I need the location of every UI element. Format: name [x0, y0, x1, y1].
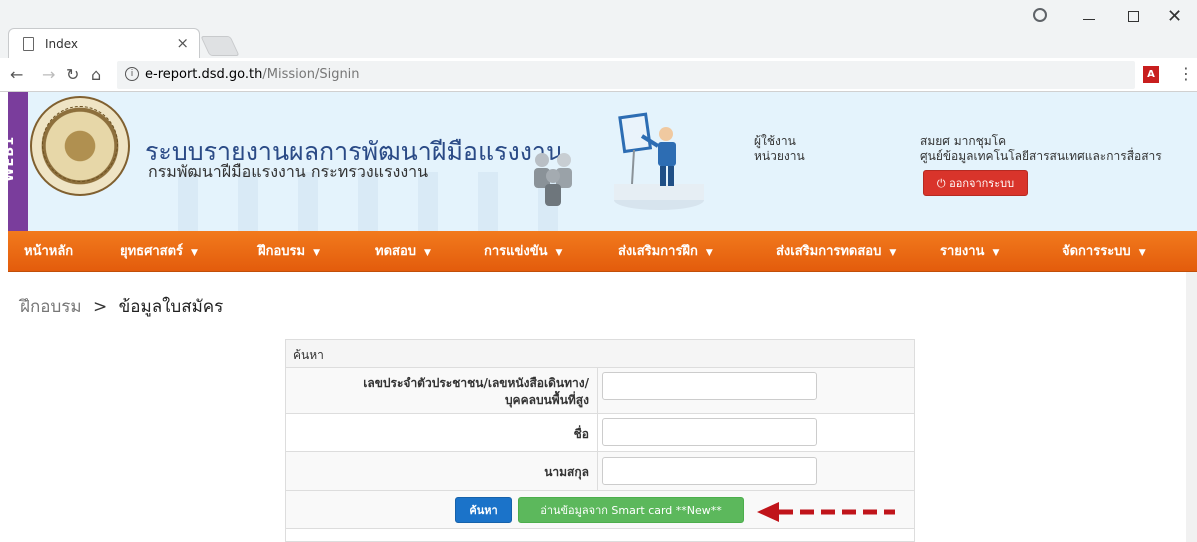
browser-tab[interactable]: Index ×	[8, 28, 200, 59]
caret-down-icon: ▼	[705, 248, 713, 258]
last-name-label: นามสกุล	[544, 465, 589, 479]
cell-divider	[597, 452, 598, 490]
url-input[interactable]: i e-report.dsd.go.th/Mission/Signin ☆	[117, 61, 1135, 89]
nav-item-testing[interactable]: ทดสอบ ▼	[375, 231, 431, 272]
unit-name: ศูนย์ข้อมูลเทคโนโลยีสารสนเทศและการสื่อสา…	[920, 149, 1162, 163]
breadcrumb: ฝึกอบรม > ข้อมูลใบสมัคร	[20, 293, 223, 320]
address-bar: ← → ↻ ⌂ i e-report.dsd.go.th/Mission/Sig…	[0, 58, 1197, 92]
logout-label: ออกจากระบบ	[949, 177, 1015, 190]
red-dashed-arrow-icon	[757, 502, 895, 522]
first-name-label: ชื่อ	[573, 427, 589, 441]
pdf-extension-icon[interactable]: A	[1143, 66, 1159, 83]
nav-item-competition[interactable]: การแข่งขัน ▼	[484, 231, 562, 272]
tab-close-icon[interactable]: ×	[176, 34, 189, 52]
page-icon	[23, 37, 34, 51]
nav-item-strategy[interactable]: ยุทธศาสตร์ ▼	[120, 231, 198, 272]
search-panel-heading: ค้นหา	[286, 340, 914, 368]
first-name-row: ชื่อ	[286, 414, 914, 452]
nav-item-training[interactable]: ฝึกอบรม ▼	[258, 231, 320, 272]
account-icon[interactable]	[1033, 8, 1047, 22]
browser-tab-bar: Index × ✕	[0, 0, 1197, 59]
window-close-icon[interactable]: ✕	[1167, 6, 1182, 27]
nav-label: จัดการระบบ	[1062, 244, 1131, 259]
maximize-icon[interactable]	[1128, 11, 1139, 22]
breadcrumb-parent[interactable]: ฝึกอบรม	[20, 297, 82, 317]
reload-icon[interactable]: ↻	[66, 65, 79, 84]
nav-label: ส่งเสริมการฝึก	[618, 244, 698, 259]
nav-label: หน้าหลัก	[24, 244, 74, 259]
nav-item-testing-promotion[interactable]: ส่งเสริมการทดสอบ ▼	[776, 231, 896, 272]
main-nav: หน้าหลัก ยุทธศาสตร์ ▼ ฝึกอบรม ▼ ทดสอบ ▼ การ…	[8, 231, 1197, 272]
nav-label: ทดสอบ	[375, 244, 417, 259]
web1-badge: WEB1	[8, 92, 28, 231]
caret-down-icon: ▼	[424, 248, 431, 258]
people-icon	[534, 153, 572, 206]
nav-label: ฝึกอบรม	[258, 244, 306, 259]
nav-label: การแข่งขัน	[484, 244, 548, 259]
caret-down-icon: ▼	[191, 248, 198, 258]
first-name-input[interactable]	[602, 418, 817, 446]
presenter-icon	[614, 112, 704, 210]
id-number-input[interactable]	[602, 372, 817, 400]
new-tab-button[interactable]	[200, 36, 240, 56]
id-number-label-line2: บุคคลบนพื้นที่สูง	[504, 393, 589, 407]
site-subtitle: กรมพัฒนาฝีมือแรงงาน กระทรวงแรงงาน	[148, 162, 429, 181]
web1-label: WEB1	[8, 135, 17, 182]
tab-title: Index	[45, 37, 79, 51]
caret-down-icon: ▼	[889, 248, 897, 258]
read-smartcard-button[interactable]: อ่านข้อมูลจาก Smart card **New**	[518, 497, 744, 523]
minimize-icon[interactable]	[1083, 19, 1095, 20]
logout-button[interactable]: ⏻ ออกจากระบบ	[923, 170, 1028, 196]
caret-down-icon: ▼	[992, 248, 1000, 258]
nav-item-training-promotion[interactable]: ส่งเสริมการฝึก ▼	[618, 231, 713, 272]
forward-icon[interactable]: →	[42, 65, 55, 84]
browser-menu-icon[interactable]: ⋮	[1178, 64, 1194, 83]
id-number-label: เลขประจำตัวประชาชน/เลขหนังสือเดินทาง/ บุ…	[286, 375, 597, 409]
page-scrollbar[interactable]	[1186, 272, 1197, 542]
home-icon[interactable]: ⌂	[91, 65, 101, 84]
breadcrumb-current: ข้อมูลใบสมัคร	[118, 297, 224, 317]
search-button[interactable]: ค้นหา	[455, 497, 512, 523]
caret-down-icon: ▼	[1138, 248, 1146, 258]
url-path: /Mission/Signin	[262, 67, 360, 82]
nav-item-system-admin[interactable]: จัดการระบบ ▼	[1062, 231, 1146, 272]
nav-label: ส่งเสริมการทดสอบ	[776, 244, 882, 259]
cell-divider	[597, 368, 598, 413]
info-icon[interactable]: i	[125, 67, 139, 81]
breadcrumb-separator: >	[93, 297, 108, 317]
url-text: e-report.dsd.go.th/Mission/Signin	[145, 67, 360, 82]
cell-divider	[597, 414, 598, 451]
unit-label: หน่วยงาน	[754, 149, 805, 163]
id-number-row: เลขประจำตัวประชาชน/เลขหนังสือเดินทาง/ บุ…	[286, 368, 914, 414]
caret-down-icon: ▼	[555, 248, 563, 258]
nav-item-reports[interactable]: รายงาน ▼	[940, 231, 999, 272]
seal-ring-decoration	[42, 106, 118, 182]
nav-label: รายงาน	[940, 244, 985, 259]
power-icon: ⏻	[936, 177, 946, 190]
id-number-label-line1: เลขประจำตัวประชาชน/เลขหนังสือเดินทาง/	[363, 376, 589, 390]
nav-label: ยุทธศาสตร์	[120, 244, 184, 259]
url-host: e-report.dsd.go.th	[145, 67, 263, 82]
back-icon[interactable]: ←	[10, 65, 23, 84]
site-header: WEB1 ระบบรายงานผลการพัฒนาฝีมือแรงงาน กรม…	[8, 92, 1197, 231]
caret-down-icon: ▼	[313, 248, 321, 258]
last-name-input[interactable]	[602, 457, 817, 485]
nav-item-home[interactable]: หน้าหลัก	[24, 231, 73, 272]
last-name-row: นามสกุล	[286, 452, 914, 491]
